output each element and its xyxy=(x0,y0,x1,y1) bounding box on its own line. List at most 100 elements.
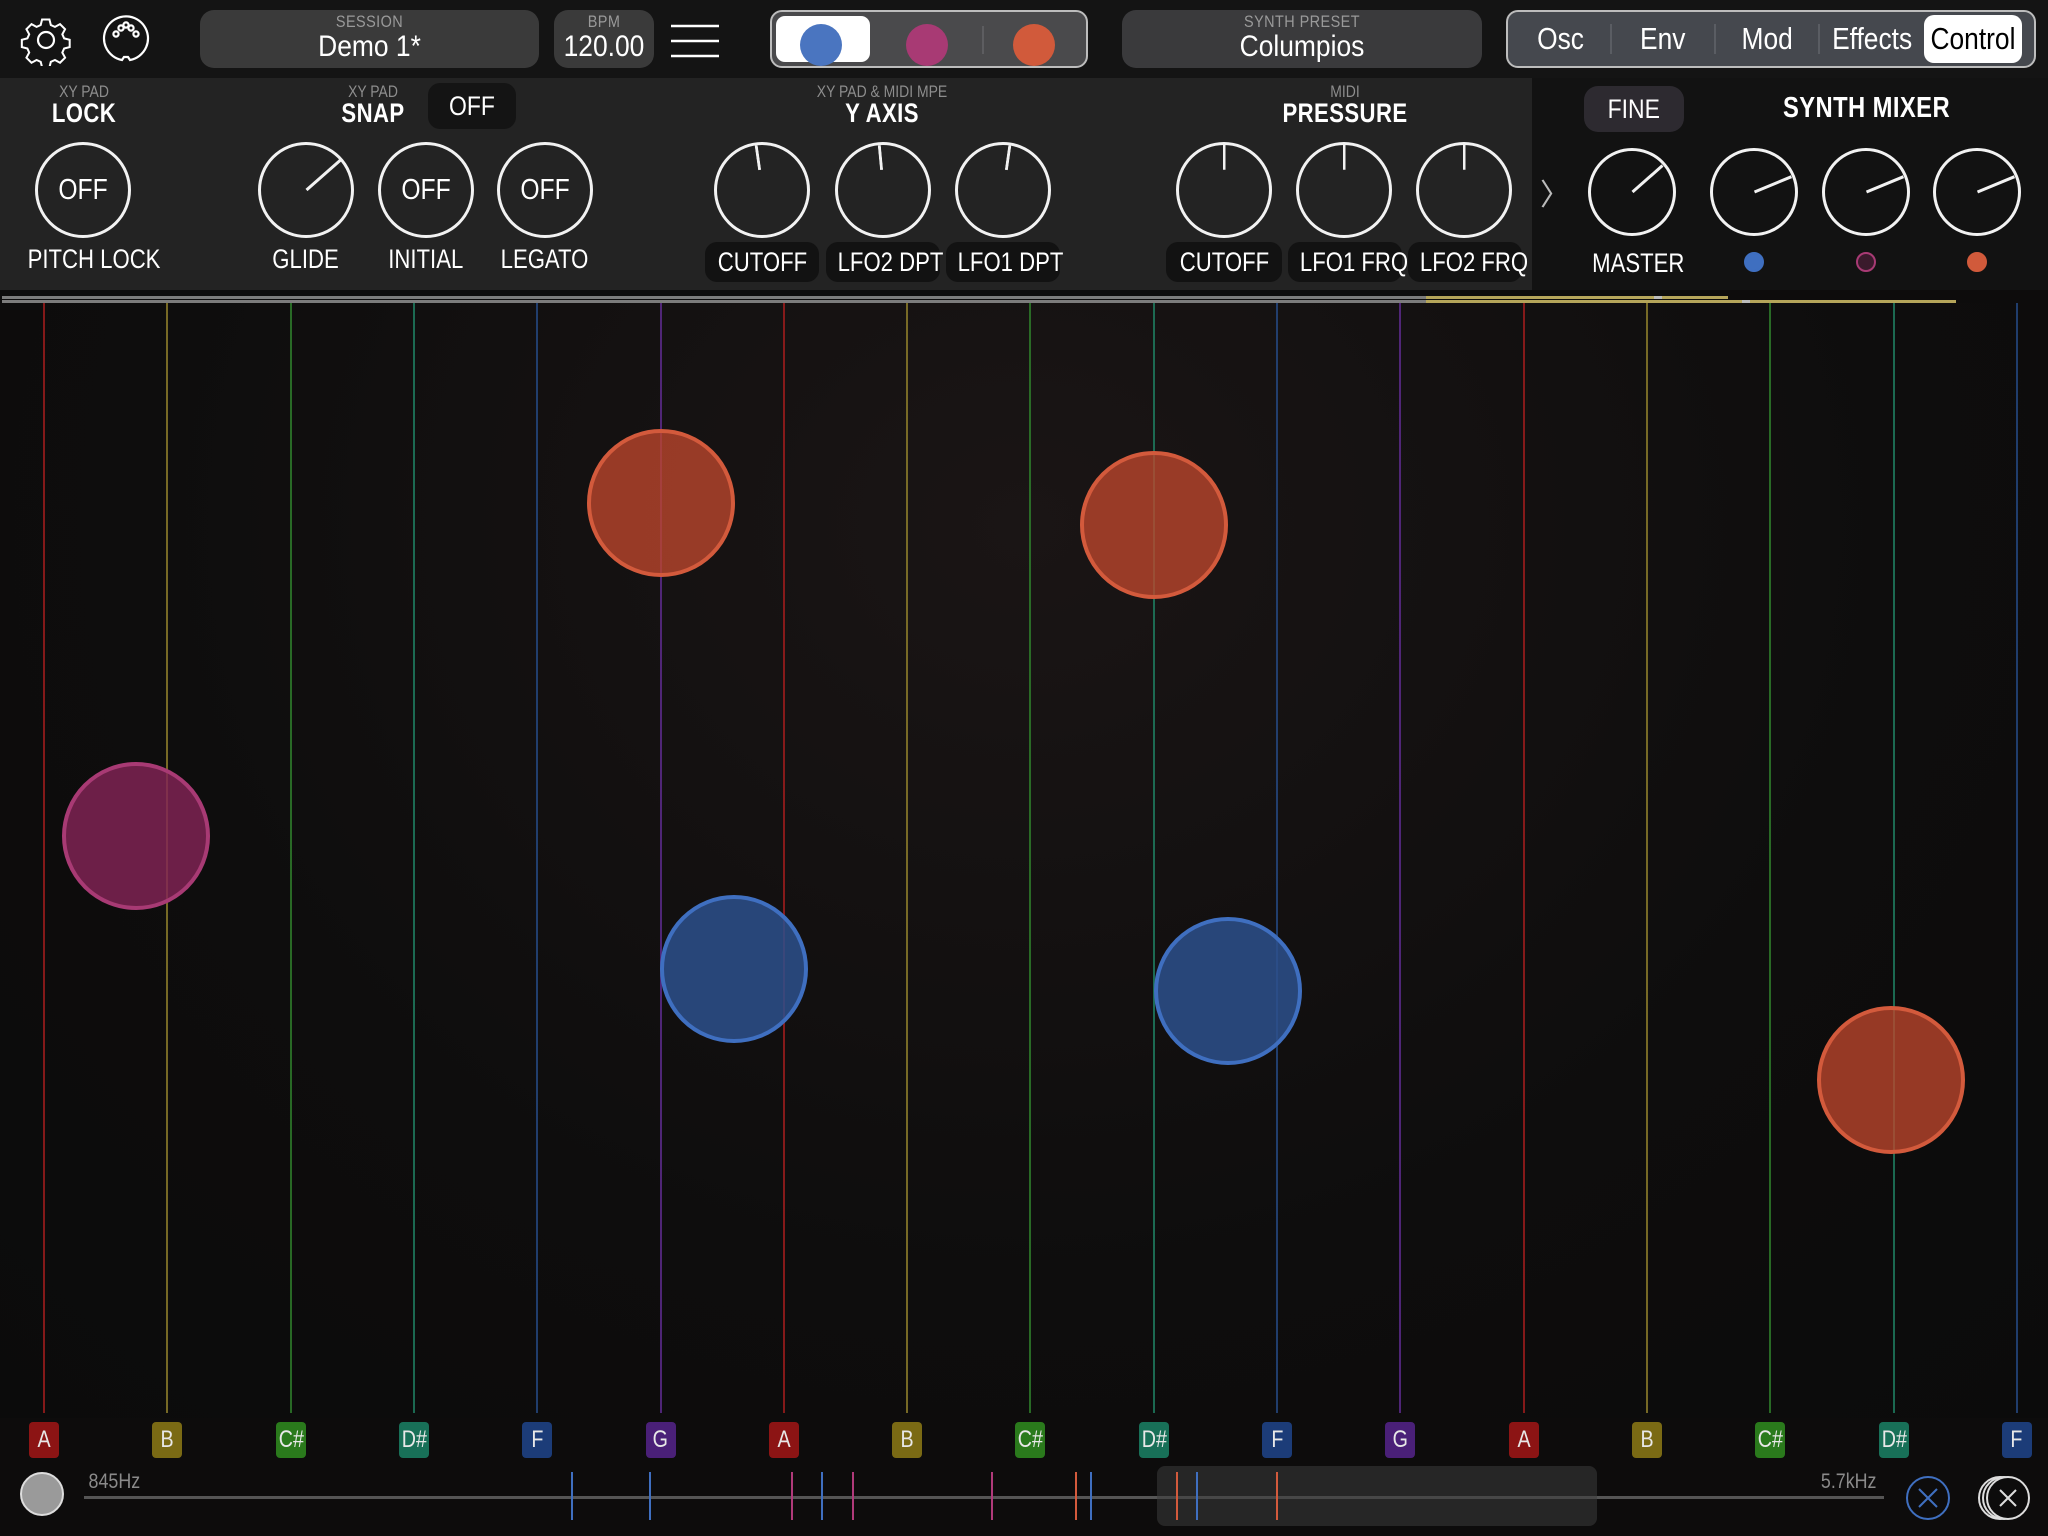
midi-din-connector-icon xyxy=(102,15,150,62)
note-label: A xyxy=(768,1422,799,1458)
section-tabs: Osc Env Mod Effects Control xyxy=(1506,10,2036,68)
touch-position-tick xyxy=(649,1472,652,1520)
lock-title: LOCK xyxy=(51,98,117,128)
glide-knob[interactable] xyxy=(258,142,354,238)
note-label: F xyxy=(522,1422,553,1458)
note-string xyxy=(2015,303,2018,1413)
y-lfo1-depth-target-button[interactable]: LFO1 DPT xyxy=(946,242,1063,282)
top-bar: SESSION Demo 1* BPM 120.00 SYNTH PRESET … xyxy=(0,0,2048,78)
touch-position-tick xyxy=(1275,1472,1278,1520)
pitch-lock-toggle[interactable]: OFF xyxy=(35,142,131,238)
touch-point-synth-3[interactable] xyxy=(586,428,735,577)
note-string xyxy=(1029,303,1032,1413)
clear-all-touches-button[interactable] xyxy=(1970,1474,2032,1522)
tab-mod[interactable]: Mod xyxy=(1716,15,1818,63)
synth-preset-selector[interactable]: SYNTH PRESET Columpios xyxy=(1122,10,1482,68)
pitch-lock-label: PITCH LOCK xyxy=(27,244,161,274)
pressure-title: PRESSURE xyxy=(1282,98,1408,128)
note-string xyxy=(43,303,45,1413)
xy-pad[interactable]: A B C# D# F G A B C# D# F G A B C# D# F xyxy=(0,303,2048,1458)
note-string xyxy=(1522,303,1525,1413)
legato-label: LEGATO xyxy=(501,244,589,274)
note-label: F xyxy=(2001,1422,2032,1458)
session-caption: SESSION xyxy=(335,12,404,31)
synth-3-indicator-dot xyxy=(1967,252,1987,272)
pitch-lock-value: OFF xyxy=(58,173,108,206)
synth-1-volume-knob[interactable] xyxy=(1710,148,1798,236)
master-label: MASTER xyxy=(1592,248,1685,278)
menu-button[interactable] xyxy=(668,12,722,68)
initial-toggle[interactable]: OFF xyxy=(378,142,474,238)
touch-position-tick xyxy=(852,1472,854,1520)
synth-3-button[interactable] xyxy=(1013,24,1055,66)
synth-1-volume-needle xyxy=(1753,175,1792,194)
pressure-lfo1-freq-knob[interactable] xyxy=(1296,142,1392,238)
y-lfo1-depth-needle xyxy=(1002,145,1011,190)
y-lfo2-depth-needle xyxy=(877,145,884,190)
synth-1-indicator-dot xyxy=(1744,252,1764,272)
clear-synth-touches-button[interactable] xyxy=(1904,1474,1952,1522)
preset-name: Columpios xyxy=(1239,30,1365,63)
range-start-label: 845Hz xyxy=(88,1470,141,1493)
level-meter-left xyxy=(1426,296,1728,299)
pressure-cutoff-knob[interactable] xyxy=(1176,142,1272,238)
touch-point-synth-1[interactable] xyxy=(1153,917,1302,1066)
note-string xyxy=(1276,303,1278,1413)
pressure-lfo2-freq-knob[interactable] xyxy=(1416,142,1512,238)
tab-control[interactable]: Control xyxy=(1924,15,2022,63)
snap-toggle-button[interactable]: OFF xyxy=(428,83,516,129)
y-lfo2-depth-target-button[interactable]: LFO2 DPT xyxy=(826,242,943,282)
glide-label: GLIDE xyxy=(272,244,340,274)
fine-button[interactable]: FINE xyxy=(1584,86,1684,132)
touch-position-tick xyxy=(991,1472,994,1520)
tab-osc[interactable]: Osc xyxy=(1512,15,1610,63)
note-label: C# xyxy=(1755,1422,1786,1458)
tab-effects[interactable]: Effects xyxy=(1820,15,1924,63)
range-handle[interactable] xyxy=(20,1472,64,1516)
tab-env[interactable]: Env xyxy=(1612,15,1714,63)
note-label: B xyxy=(1631,1422,1662,1458)
glide-knob-needle xyxy=(305,158,342,192)
pressure-cutoff-target-button[interactable]: CUTOFF xyxy=(1166,242,1282,282)
touch-point-synth-2[interactable] xyxy=(62,761,211,910)
y-lfo1-depth-knob[interactable] xyxy=(955,142,1051,238)
synth-2-volume-knob[interactable] xyxy=(1822,148,1910,236)
note-string xyxy=(536,303,539,1413)
legato-toggle[interactable]: OFF xyxy=(497,142,593,238)
session-selector[interactable]: SESSION Demo 1* xyxy=(200,10,539,68)
synth-2-button[interactable] xyxy=(906,24,948,66)
note-string xyxy=(782,303,785,1413)
session-name: Demo 1* xyxy=(318,30,421,63)
y-lfo2-depth-knob[interactable] xyxy=(835,142,931,238)
snap-title: SNAP xyxy=(341,98,405,128)
bpm-value: 120.00 xyxy=(563,30,645,63)
settings-button[interactable] xyxy=(18,12,74,68)
bpm-field[interactable]: BPM 120.00 xyxy=(554,10,654,68)
master-volume-knob[interactable] xyxy=(1588,148,1676,236)
pressure-lfo1-freq-target-button[interactable]: LFO1 FRQ xyxy=(1288,242,1408,282)
touch-point-synth-1[interactable] xyxy=(660,895,809,1044)
frequency-range-track[interactable] xyxy=(84,1496,1884,1499)
y-cutoff-knob[interactable] xyxy=(714,142,810,238)
synth-selector xyxy=(770,10,1088,68)
tab-mod-label: Mod xyxy=(1741,21,1793,56)
pressure-lfo2-freq-target-button[interactable]: LFO2 FRQ xyxy=(1408,242,1528,282)
synth-1-button[interactable] xyxy=(800,24,842,66)
chevron-right-icon[interactable]: 〉 xyxy=(1540,170,1570,214)
note-label: D# xyxy=(1138,1422,1169,1458)
segment-divider xyxy=(982,26,984,54)
note-label: C# xyxy=(275,1422,306,1458)
tab-control-label: Control xyxy=(1930,21,2016,56)
synth-3-volume-needle xyxy=(1976,175,2015,194)
synth-3-volume-knob[interactable] xyxy=(1933,148,2021,236)
tab-effects-label: Effects xyxy=(1831,21,1913,56)
initial-value: OFF xyxy=(401,173,451,206)
pressure-lfo2-freq-needle xyxy=(1462,145,1466,170)
note-label: D# xyxy=(398,1422,429,1458)
y-cutoff-target-button[interactable]: CUTOFF xyxy=(705,242,819,282)
touch-point-synth-3[interactable] xyxy=(1079,451,1228,600)
touch-point-synth-3[interactable] xyxy=(1817,1006,1966,1155)
frequency-range-window[interactable] xyxy=(1157,1466,1597,1526)
midi-button[interactable] xyxy=(98,12,154,68)
hamburger-menu-icon xyxy=(671,24,719,58)
